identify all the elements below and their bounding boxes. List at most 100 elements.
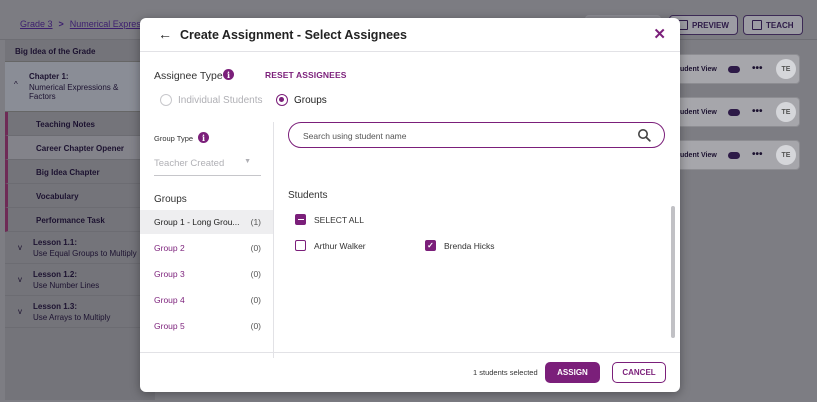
info-icon[interactable]: i: [198, 132, 209, 143]
groups-heading: Groups: [154, 194, 187, 205]
te-badge-icon[interactable]: TE: [776, 59, 796, 79]
resource-card[interactable]: udent View ••• TE: [665, 97, 800, 127]
breadcrumb: Grade 3 > Numerical Express: [20, 19, 145, 29]
group-type-label: Group Type: [154, 134, 194, 143]
te-badge-icon[interactable]: TE: [776, 145, 796, 165]
group-count: (0): [250, 269, 261, 279]
sidebar-lesson-1-2[interactable]: v Lesson 1.2: Use Number Lines: [5, 264, 155, 296]
chevron-up-icon: ^: [14, 80, 18, 89]
search-icon[interactable]: [637, 128, 651, 142]
chevron-down-icon: v: [18, 307, 22, 316]
chapter-subtitle-line2: Factors: [29, 92, 56, 101]
indeterminate-checkbox-icon[interactable]: [295, 214, 306, 225]
sidebar-item-big-idea-chapter[interactable]: Big Idea Chapter: [5, 160, 155, 184]
modal-title: Create Assignment - Select Assignees: [180, 28, 407, 42]
group-name: Group 2: [154, 243, 185, 253]
group-count: (0): [250, 295, 261, 305]
more-options-icon[interactable]: •••: [752, 63, 763, 74]
sidebar-item-career-chapter-opener[interactable]: Career Chapter Opener: [5, 136, 155, 160]
group-item-1[interactable]: Group 1 - Long Grou... (1): [140, 210, 273, 234]
group-item-4[interactable]: Group 4 (0): [140, 288, 273, 312]
chevron-down-icon: v: [18, 275, 22, 284]
student-view-toggle[interactable]: [728, 109, 740, 116]
lesson-title: Lesson 1.2:: [33, 270, 78, 279]
select-assignees-modal: ← Create Assignment - Select Assignees ✕…: [140, 18, 680, 392]
group-item-5[interactable]: Group 5 (0): [140, 314, 273, 338]
radio-button[interactable]: [276, 94, 288, 106]
group-item-3[interactable]: Group 3 (0): [140, 262, 273, 286]
group-item-2[interactable]: Group 2 (0): [140, 236, 273, 260]
assign-button[interactable]: ASSIGN: [545, 362, 600, 383]
student-name: Brenda Hicks: [444, 240, 495, 251]
teach-label: TEACH: [766, 20, 794, 30]
student-checkbox-arthur-walker[interactable]: Arthur Walker: [295, 240, 366, 251]
sidebar-lesson-1-1[interactable]: v Lesson 1.1: Use Equal Groups to Multip…: [5, 232, 155, 264]
student-view-label: udent View: [680, 66, 717, 73]
chapter-title: Chapter 1:: [29, 72, 69, 81]
more-options-icon[interactable]: •••: [752, 106, 763, 117]
caret-down-icon: ▼: [244, 158, 251, 165]
back-arrow-icon[interactable]: ←: [158, 26, 172, 42]
lesson-subtitle: Use Number Lines: [33, 281, 100, 290]
student-view-label: udent View: [680, 152, 717, 159]
assignee-type-label: Assignee Type: [154, 70, 223, 82]
resource-card[interactable]: udent View ••• TE: [665, 54, 800, 84]
sidebar-item-performance-task[interactable]: Performance Task: [5, 208, 155, 232]
checkbox-icon[interactable]: [295, 240, 306, 251]
lesson-subtitle: Use Arrays to Multiply: [33, 313, 111, 322]
radio-individual-students[interactable]: Individual Students: [160, 94, 263, 106]
cancel-button[interactable]: CANCEL: [612, 362, 666, 383]
student-view-toggle[interactable]: [728, 66, 740, 73]
preview-label: PREVIEW: [692, 20, 729, 30]
modal-header: ← Create Assignment - Select Assignees ✕: [140, 18, 680, 52]
group-type-select[interactable]: Teacher Created ▼: [154, 154, 261, 176]
scrollbar-thumb[interactable]: [671, 206, 675, 338]
checkmark-icon[interactable]: ✓: [425, 240, 436, 251]
radio-button[interactable]: [160, 94, 172, 106]
group-type-value: Teacher Created: [154, 158, 225, 169]
te-badge-icon[interactable]: TE: [776, 102, 796, 122]
radio-label: Groups: [294, 94, 327, 106]
chevron-down-icon: v: [18, 243, 22, 252]
group-name: Group 5: [154, 321, 185, 331]
close-icon[interactable]: ✕: [653, 25, 666, 43]
students-heading: Students: [288, 190, 328, 201]
breadcrumb-section[interactable]: Numerical Express: [70, 19, 146, 29]
student-view-toggle[interactable]: [728, 152, 740, 159]
student-name: Arthur Walker: [314, 240, 366, 251]
reset-assignees-link[interactable]: RESET ASSIGNEES: [265, 70, 346, 80]
radio-label: Individual Students: [178, 94, 263, 106]
select-all-checkbox[interactable]: SELECT ALL: [295, 214, 364, 225]
teach-button[interactable]: TEACH: [743, 15, 803, 35]
student-checkbox-brenda-hicks[interactable]: ✓ Brenda Hicks: [425, 240, 495, 251]
sidebar: Big Idea of the Grade ^ Chapter 1: Numer…: [5, 40, 155, 400]
lesson-title: Lesson 1.1:: [33, 238, 78, 247]
student-view-label: udent View: [680, 109, 717, 116]
lesson-subtitle: Use Equal Groups to Multiply: [33, 249, 137, 258]
radio-groups[interactable]: Groups: [276, 94, 327, 106]
sidebar-chapter[interactable]: ^ Chapter 1: Numerical Expressions & Fac…: [5, 62, 155, 112]
sidebar-item-vocabulary[interactable]: Vocabulary: [5, 184, 155, 208]
group-name: Group 4: [154, 295, 185, 305]
modal-footer: 1 students selected ASSIGN CANCEL: [140, 352, 680, 392]
more-options-icon[interactable]: •••: [752, 149, 763, 160]
sidebar-item-teaching-notes[interactable]: Teaching Notes: [5, 112, 155, 136]
sidebar-lesson-1-3[interactable]: v Lesson 1.3: Use Arrays to Multiply: [5, 296, 155, 328]
sidebar-header[interactable]: Big Idea of the Grade: [5, 40, 155, 62]
breadcrumb-grade[interactable]: Grade 3: [20, 19, 53, 29]
resource-card[interactable]: udent View ••• TE: [665, 140, 800, 170]
selected-count: 1 students selected: [473, 368, 538, 377]
students-scrollbar[interactable]: [671, 202, 676, 342]
group-name: Group 3: [154, 269, 185, 279]
group-count: (1): [250, 217, 261, 227]
group-count: (0): [250, 243, 261, 253]
group-count: (0): [250, 321, 261, 331]
student-search-input[interactable]: Search using student name: [288, 122, 665, 148]
select-all-label: SELECT ALL: [314, 214, 364, 225]
info-icon[interactable]: i: [223, 69, 234, 80]
group-name: Group 1 - Long Grou...: [154, 217, 240, 227]
groups-panel: Group Type i Teacher Created ▼ Groups Gr…: [140, 122, 274, 358]
search-placeholder: Search using student name: [303, 131, 407, 141]
lesson-title: Lesson 1.3:: [33, 302, 78, 311]
chapter-subtitle-line1: Numerical Expressions &: [29, 83, 119, 92]
